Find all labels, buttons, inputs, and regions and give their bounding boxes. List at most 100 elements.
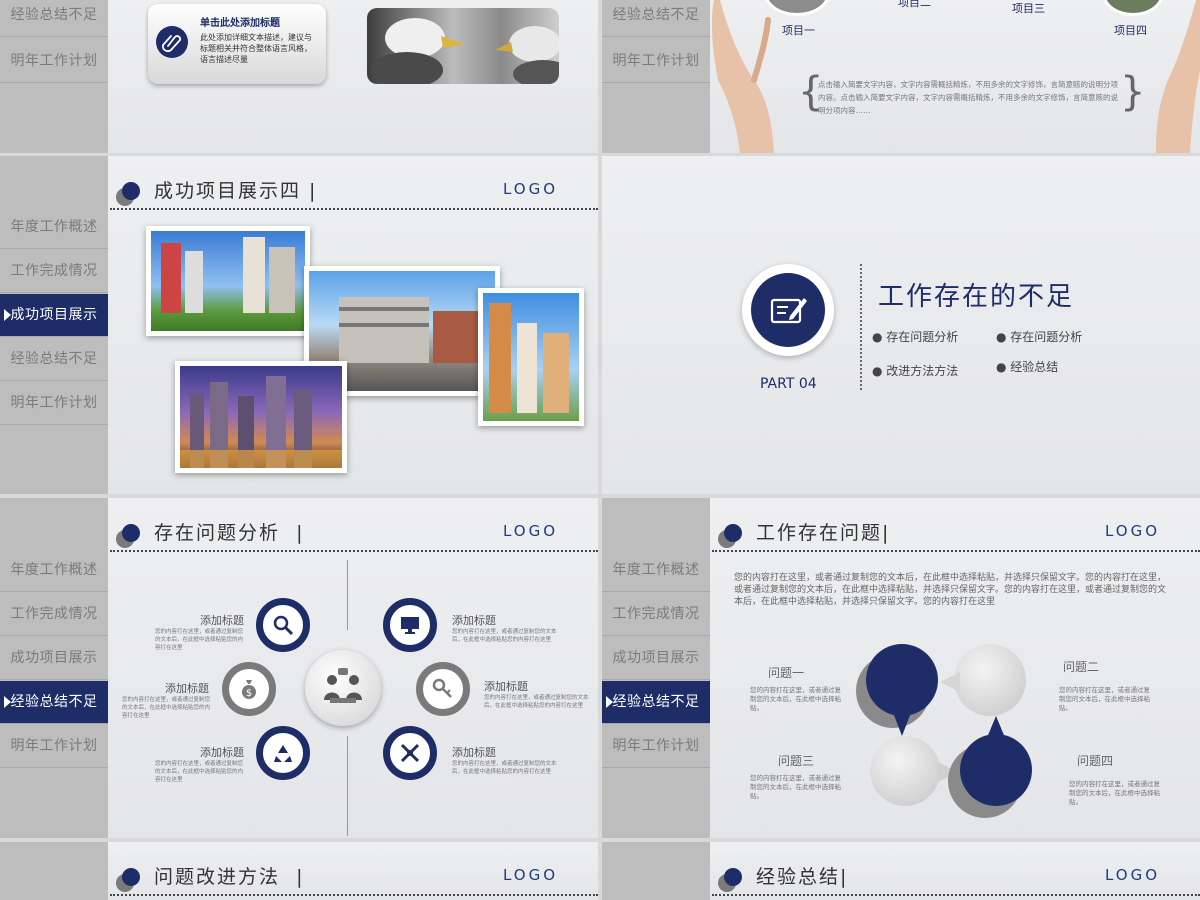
sidebar-item-plan[interactable]: 明年工作计划: [602, 40, 710, 83]
slide-header: 工作存在问题| LOGO: [718, 514, 1196, 550]
header-divider: [712, 894, 1200, 896]
recycle-icon[interactable]: [256, 726, 310, 780]
vertical-arrow-top: [347, 560, 348, 630]
item-text-left-3: 您的内容打在这里，或者通过复制您的文本后，在此框中选择粘贴您的内容打在这里: [155, 761, 244, 783]
eagle-photo: [367, 8, 559, 84]
item-text-left-2: 您的内容打在这里，或者通过复制您的文本后，在此框中选择粘贴您的内容打在这里: [122, 697, 211, 719]
tools-icon[interactable]: [383, 726, 437, 780]
slide-header: 存在问题分析 | LOGO: [116, 514, 594, 550]
slide-title: 存在问题分析 |: [154, 522, 305, 544]
sidebar-item-success[interactable]: 成功项目展示: [0, 294, 108, 337]
item-title-left-2: 添加标题: [165, 682, 209, 695]
sidebar: 经验总结不足 明年工作计划: [0, 0, 108, 153]
sidebar-item-experience[interactable]: 经验总结不足: [0, 681, 108, 724]
bubble-gray-3: [870, 736, 940, 806]
vertical-arrow-bottom: [347, 736, 348, 836]
bubble-navy-4: [960, 734, 1032, 806]
logo: LOGO: [502, 522, 558, 540]
bubble-tail-2: [940, 672, 960, 692]
project-label-2: 项目二: [898, 0, 931, 9]
sidebar-item-plan[interactable]: 明年工作计划: [602, 725, 710, 768]
photo-night-city: [175, 361, 347, 473]
key-icon[interactable]: [416, 662, 470, 716]
quote-text: 点击输入简要文字内容，文字内容需概括精炼，不用多余的文字修饰，言简意赅的说明分项…: [818, 80, 1118, 115]
sidebar-item-plan[interactable]: 明年工作计划: [0, 382, 108, 425]
sidebar: 年度工作概述 工作完成情况 成功项目展示 经验总结不足 明年工作计划: [0, 498, 108, 838]
meeting-people-icon: [318, 664, 368, 712]
header-divider: [712, 550, 1200, 552]
paperclip-icon: [156, 26, 188, 58]
header-dot-navy: [122, 524, 140, 542]
sidebar: [0, 842, 108, 900]
photo-apartments: [478, 288, 584, 426]
sidebar-item-plan[interactable]: 明年工作计划: [0, 725, 108, 768]
sidebar-item-overview[interactable]: 年度工作概述: [0, 206, 108, 249]
bubble-tail-1: [892, 710, 912, 736]
sidebar-item-completion[interactable]: 工作完成情况: [0, 593, 108, 636]
money-bag-icon[interactable]: $: [222, 662, 276, 716]
problem-text-4: 您的内容打在这里，或者通过复制您的文本后，在此框中选择粘贴。: [1069, 780, 1160, 806]
edit-document-icon: [751, 273, 825, 347]
sidebar-item-overview[interactable]: 年度工作概述: [0, 549, 108, 592]
slide-experience-summary: 经验总结| LOGO: [602, 842, 1200, 900]
logo: LOGO: [502, 866, 558, 884]
header-dot-navy: [724, 868, 742, 886]
item-text-right-1: 您的内容打在这里，或者通过复制您的文本后，在此框中选择粘贴您的内容打在这里: [452, 629, 557, 643]
sidebar-item-success[interactable]: 成功项目展示: [602, 637, 710, 680]
sidebar-item-experience[interactable]: 经验总结不足: [0, 0, 108, 37]
problem-label-2: 问题二: [1063, 660, 1100, 674]
bubble-tail-4: [986, 716, 1006, 740]
section-title: 工作存在的不足: [878, 282, 1075, 312]
sidebar: 经验总结不足 明年工作计划: [602, 0, 710, 153]
sidebar-item-experience[interactable]: 经验总结不足: [0, 338, 108, 381]
header-dot-navy: [122, 868, 140, 886]
sidebar-item-overview[interactable]: 年度工作概述: [602, 549, 710, 592]
header-divider: [110, 550, 598, 552]
header-dot-navy: [122, 182, 140, 200]
project-label-1: 项目一: [782, 24, 815, 37]
sidebar: 年度工作概述 工作完成情况 成功项目展示 经验总结不足 明年工作计划: [602, 498, 710, 838]
item-title-right-2: 添加标题: [484, 680, 528, 693]
slide-title: 成功项目展示四 |: [154, 180, 318, 202]
sidebar-item-completion[interactable]: 工作完成情况: [0, 250, 108, 293]
header-divider: [110, 208, 598, 210]
sidebar-item-experience[interactable]: 经验总结不足: [602, 681, 710, 724]
bullet-1: ● 存在问题分析: [872, 330, 959, 344]
bubble-gray-2: [954, 644, 1026, 716]
item-text-right-2: 您的内容打在这里，或者通过复制您的文本后，在此框中选择粘贴您的内容打在这里: [484, 695, 589, 709]
left-hand-image: [710, 0, 780, 153]
logo: LOGO: [1104, 522, 1160, 540]
item-title-left-3: 添加标题: [200, 746, 244, 759]
card-text: 此处添加详细文本描述，建议与标题相关并符合整体语言风格，语言描述尽量: [200, 33, 312, 64]
slide-title: 问题改进方法 |: [154, 866, 305, 888]
header-dot-navy: [724, 524, 742, 542]
item-text-left-1: 您的内容打在这里，或者通过复制您的文本后，在此框中选择粘贴您的内容打在这里: [155, 629, 244, 651]
problem-label-3: 问题三: [778, 754, 815, 768]
sidebar-item-experience[interactable]: 经验总结不足: [602, 0, 710, 37]
right-brace: }: [1120, 69, 1146, 115]
magnifier-icon[interactable]: [256, 598, 310, 652]
slide-improvement-methods: 问题改进方法 | LOGO: [0, 842, 598, 900]
monitor-icon[interactable]: [383, 598, 437, 652]
card-title: 单击此处添加标题: [200, 18, 280, 29]
sidebar-item-plan[interactable]: 明年工作计划: [0, 40, 108, 83]
item-title-left-1: 添加标题: [200, 614, 244, 627]
slide-work-problems: 年度工作概述 工作完成情况 成功项目展示 经验总结不足 明年工作计划 工作存在问…: [602, 498, 1200, 838]
bullet-4: ● 经验总结: [996, 360, 1059, 374]
slide-success-project-4: 年度工作概述 工作完成情况 成功项目展示 经验总结不足 明年工作计划 成功项目展…: [0, 156, 598, 494]
text-card[interactable]: 单击此处添加标题 此处添加详细文本描述，建议与标题相关并符合整体语言风格，语言描…: [148, 4, 326, 84]
problem-text-1: 您的内容打在这里，或者通过复制您的文本后，在此框中选择粘贴。: [750, 686, 841, 712]
bullet-2: ● 存在问题分析: [996, 330, 1083, 344]
item-title-right-3: 添加标题: [452, 746, 496, 759]
slide-header: 问题改进方法 | LOGO: [116, 858, 594, 894]
problem-label-4: 问题四: [1077, 754, 1114, 768]
slide-title: 经验总结|: [756, 866, 849, 888]
sidebar-item-success[interactable]: 成功项目展示: [0, 637, 108, 680]
bullet-3: ● 改进方法方法: [872, 364, 959, 378]
slide-title: 工作存在问题|: [756, 522, 891, 544]
part-label: PART 04: [760, 376, 817, 392]
item-title-right-1: 添加标题: [452, 614, 496, 627]
sidebar-item-completion[interactable]: 工作完成情况: [602, 593, 710, 636]
slide-problem-analysis: 年度工作概述 工作完成情况 成功项目展示 经验总结不足 明年工作计划 存在问题分…: [0, 498, 598, 838]
slide-header: 成功项目展示四 | LOGO: [116, 172, 594, 208]
